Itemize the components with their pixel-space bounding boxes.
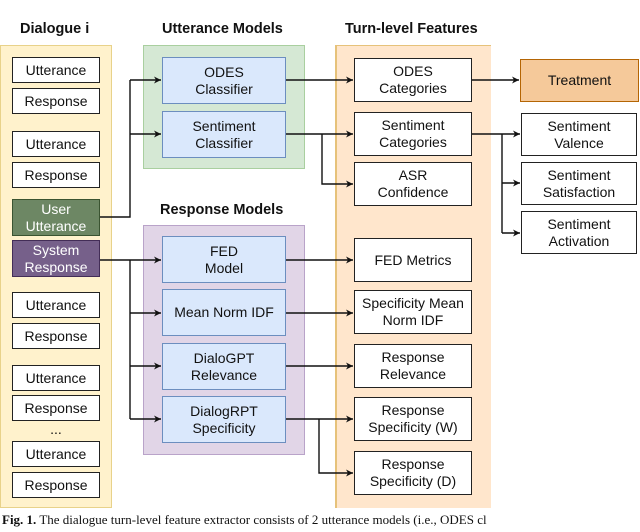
connector-layer [100, 76, 520, 477]
edge-sentiment-to-asr [321, 134, 353, 188]
figure-caption: Fig. 1. The dialogue turn-level feature … [2, 512, 487, 528]
caption-label: Fig. 1. [2, 512, 37, 527]
edge-user-to-bus [100, 80, 131, 218]
caption-text: The dialogue turn-level feature extracto… [36, 512, 487, 527]
edge-dialogrpt-to-specificity-d [318, 419, 353, 477]
